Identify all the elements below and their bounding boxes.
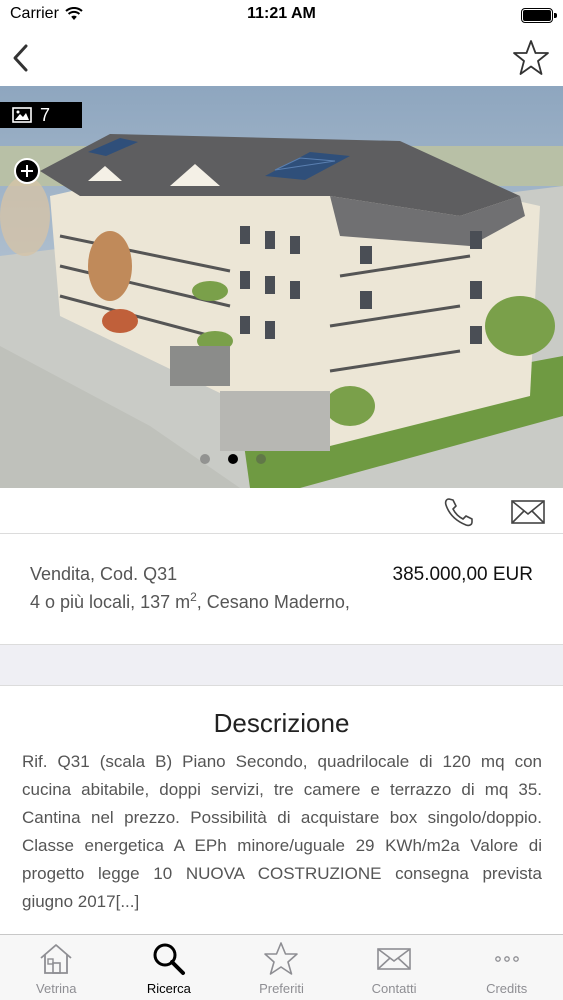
image-icon <box>12 107 32 123</box>
listing-details: 4 o più locali, 137 m2, Cesano Maderno, <box>30 590 350 613</box>
area-unit-exponent: 2 <box>190 590 197 604</box>
tab-label: Contatti <box>371 981 417 996</box>
call-button[interactable] <box>442 496 478 528</box>
back-button[interactable] <box>6 40 36 76</box>
email-button[interactable] <box>510 498 546 526</box>
details-location: , Cesano Maderno, <box>196 592 350 612</box>
tab-label: Preferiti <box>259 981 304 996</box>
tab-contatti[interactable]: Contatti <box>338 935 451 1000</box>
battery-icon <box>521 8 557 23</box>
page-dot[interactable] <box>256 454 266 464</box>
status-time: 11:21 AM <box>247 5 316 22</box>
description-title: Descrizione <box>213 708 350 738</box>
status-bar: Carrier 11:21 AM <box>0 0 563 30</box>
favorite-button[interactable] <box>511 38 551 78</box>
tab-vetrina[interactable]: Vetrina <box>0 935 113 1000</box>
page-dot[interactable] <box>200 454 210 464</box>
tab-preferiti[interactable]: Preferiti <box>225 935 338 1000</box>
phone-icon <box>444 498 473 527</box>
tab-label: Ricerca <box>146 981 191 996</box>
search-icon <box>153 943 185 975</box>
tab-ricerca[interactable]: Ricerca <box>113 935 226 1000</box>
tab-bar: Vetrina Ricerca Preferiti Contatti Credi… <box>0 934 563 1000</box>
house-icon <box>40 944 72 974</box>
tab-label: Credits <box>486 981 528 996</box>
photo-gallery[interactable]: 7 <box>0 86 563 488</box>
envelope-icon <box>377 948 411 970</box>
star-icon <box>264 942 299 975</box>
star-outline-icon <box>513 40 549 75</box>
page-indicator <box>200 454 266 464</box>
section-separator <box>0 644 563 686</box>
listing-summary: Vendita, Cod. Q31 385.000,00 EUR 4 o più… <box>0 534 563 644</box>
description-text: Rif. Q31 (scala B) Piano Secondo, quadri… <box>22 752 542 911</box>
details-rooms-area: 4 o più locali, 137 m <box>30 592 191 612</box>
navigation-bar <box>0 30 563 86</box>
photo-count-badge[interactable]: 7 <box>0 102 82 128</box>
listing-price: 385.000,00 EUR <box>392 564 534 585</box>
tab-credits[interactable]: Credits <box>450 935 563 1000</box>
contact-actions <box>0 488 563 534</box>
building-photo <box>0 86 563 488</box>
chevron-left-icon <box>13 44 28 72</box>
zoom-in-icon[interactable] <box>14 158 40 184</box>
envelope-icon <box>511 500 545 524</box>
photo-count: 7 <box>40 104 51 125</box>
page-dot-active[interactable] <box>228 454 238 464</box>
tab-label: Vetrina <box>36 981 77 996</box>
sale-code: Vendita, Cod. Q31 <box>30 564 178 584</box>
more-icon <box>494 956 519 962</box>
